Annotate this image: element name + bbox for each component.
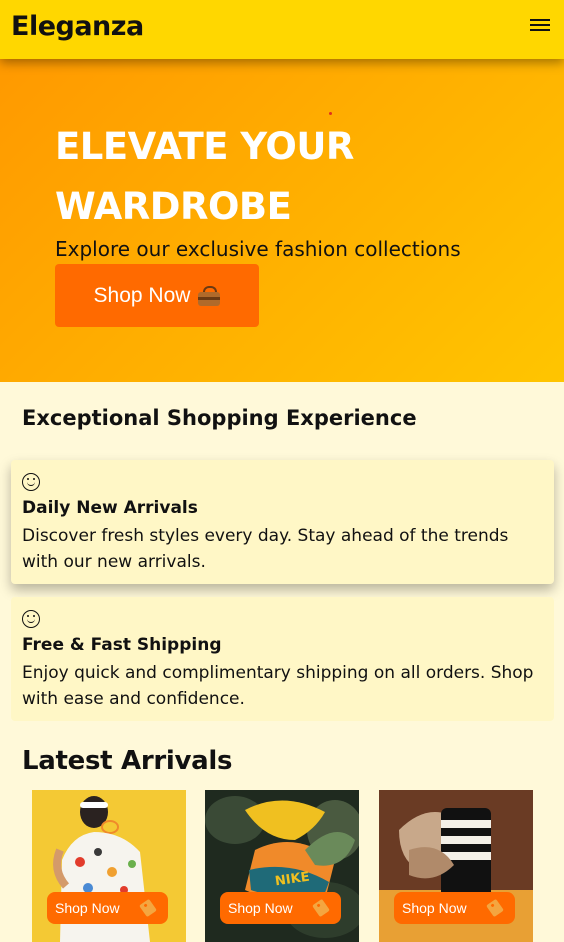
feature-title: Free & Fast Shipping: [22, 635, 222, 655]
smiley-icon: [22, 610, 40, 628]
feature-text: Enjoy quick and complimentary shipping o…: [22, 663, 534, 709]
product-shop-now-button[interactable]: Shop Now: [220, 892, 341, 924]
feature-card-free-shipping: Free & Fast Shipping Enjoy quick and com…: [11, 597, 554, 721]
hero-subtitle: Explore our exclusive fashion collection…: [55, 237, 461, 261]
brand-logo[interactable]: Eleganza: [11, 11, 144, 42]
hamburger-menu-icon[interactable]: [530, 16, 550, 36]
product-shop-now-button[interactable]: Shop Now: [394, 892, 515, 924]
feature-text: Discover fresh styles every day. Stay ah…: [22, 526, 509, 572]
product-shop-now-label: Shop Now: [228, 900, 293, 916]
price-tag-icon: [486, 898, 504, 918]
product-shop-now-button[interactable]: Shop Now: [47, 892, 168, 924]
price-tag-icon: [312, 898, 330, 918]
price-tag-icon: [139, 898, 157, 918]
product-shop-now-label: Shop Now: [55, 900, 120, 916]
site-header: Eleganza: [0, 0, 564, 59]
product-card-3[interactable]: Shop Now: [379, 790, 533, 942]
feature-title: Daily New Arrivals: [22, 498, 198, 518]
product-card-2[interactable]: NIKE Shop Now: [205, 790, 359, 942]
latest-arrivals-heading: Latest Arrivals: [22, 746, 233, 776]
hero-shop-now-button[interactable]: Shop Now: [55, 264, 259, 327]
hero-title: ELEVATE YOUR WARDROBE: [55, 125, 354, 228]
feature-card-daily-arrivals: Daily New Arrivals Discover fresh styles…: [11, 460, 554, 584]
smiley-icon: [22, 473, 40, 491]
decorative-dot: [329, 112, 332, 115]
product-card-1[interactable]: Shop Now: [32, 790, 186, 942]
experience-heading: Exceptional Shopping Experience: [22, 406, 417, 430]
product-shop-now-label: Shop Now: [402, 900, 467, 916]
hero-banner: ELEVATE YOUR WARDROBE Explore our exclus…: [0, 59, 564, 382]
shopping-bag-icon: [198, 285, 221, 306]
hero-shop-now-label: Shop Now: [93, 283, 191, 307]
